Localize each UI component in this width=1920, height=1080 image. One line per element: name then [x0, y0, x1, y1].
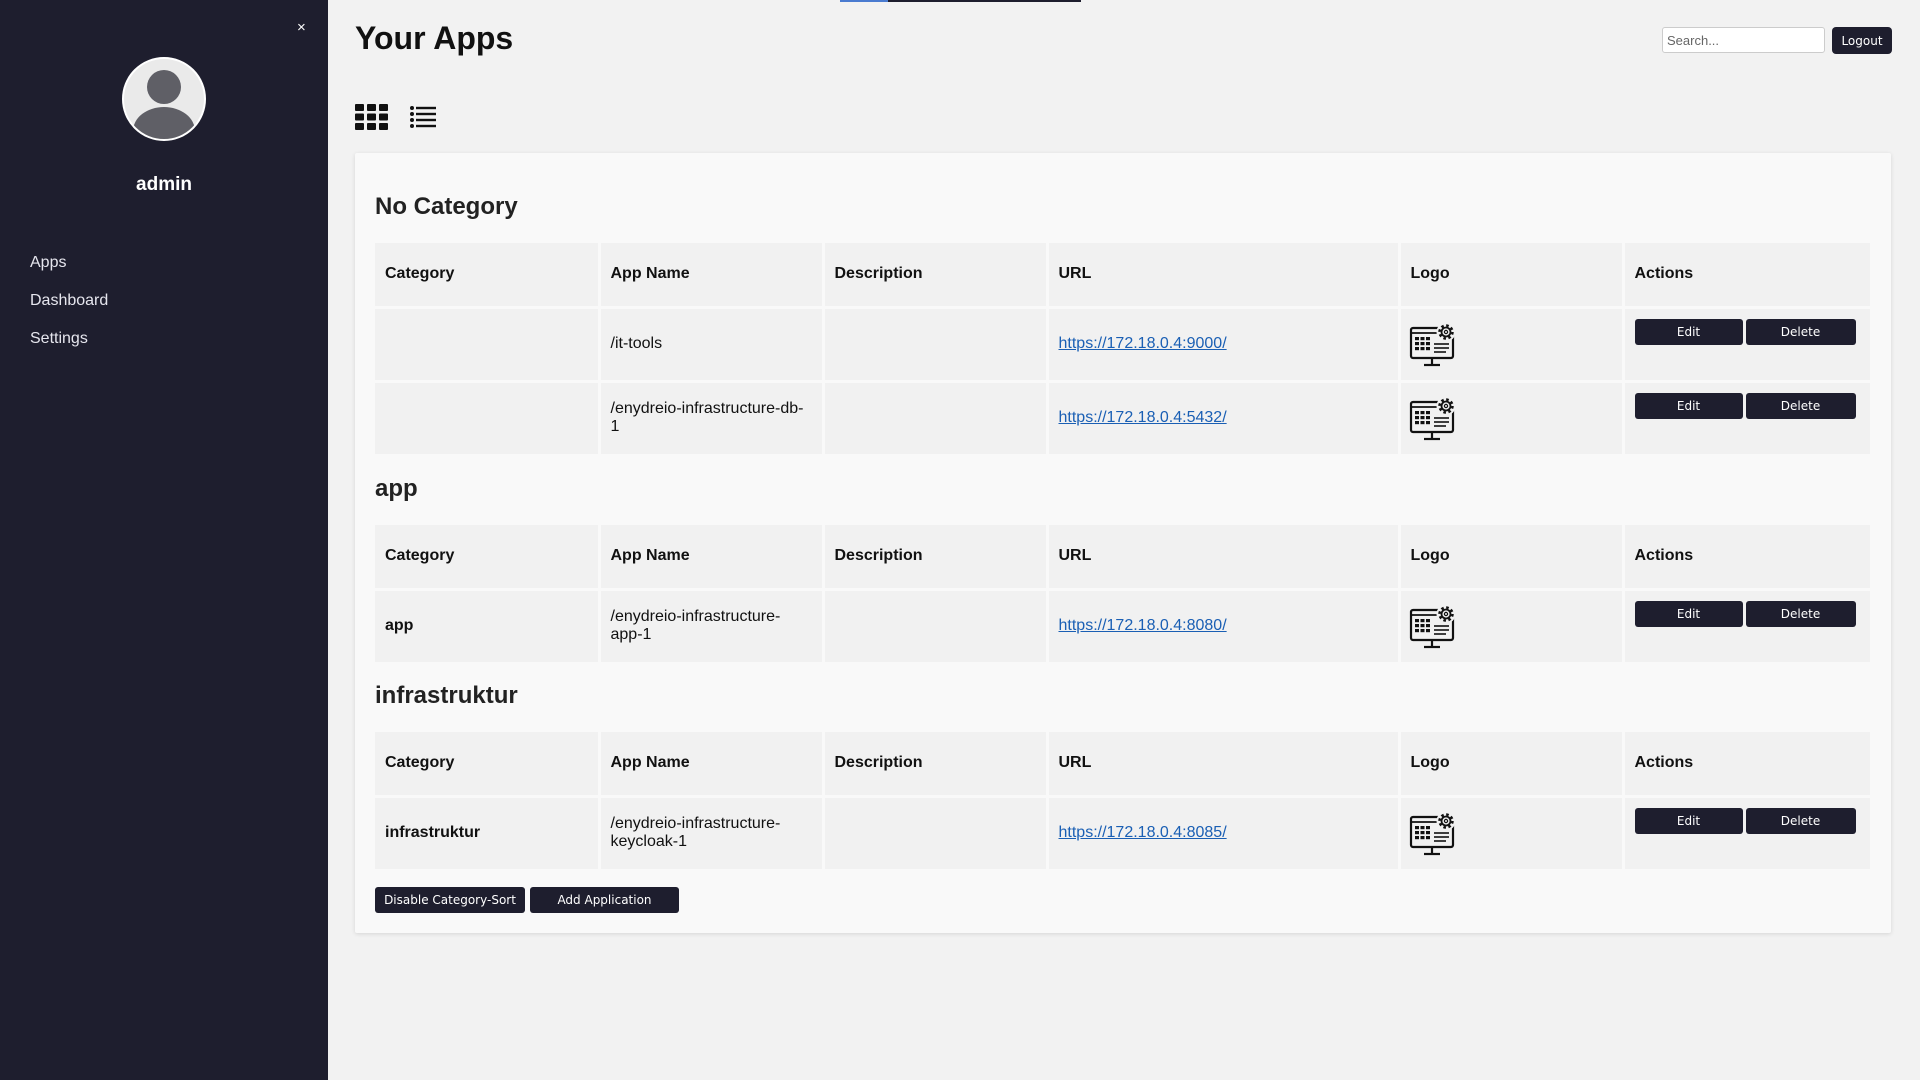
add-application-button[interactable]: Add Application — [530, 887, 679, 913]
disable-category-sort-button[interactable]: Disable Category-Sort — [375, 887, 525, 913]
row-actions-cell: Edit Delete — [1623, 796, 1873, 872]
app-url-link[interactable]: https://172.18.0.4:5432/ — [1059, 409, 1227, 426]
column-header-logo: Logo — [1399, 525, 1625, 591]
column-header-logo: Logo — [1399, 243, 1625, 309]
app-url-link[interactable]: https://172.18.0.4:9000/ — [1059, 335, 1227, 352]
table-row: infrastruktur /enydreio-infrastructure-k… — [375, 796, 1873, 872]
loading-bar-track — [888, 0, 1081, 2]
row-url-cell: https://172.18.0.4:8080/ — [1047, 589, 1401, 665]
logout-button[interactable]: Logout — [1832, 27, 1892, 54]
edit-button[interactable]: Edit — [1634, 319, 1743, 345]
row-logo-cell — [1399, 307, 1625, 383]
row-category — [375, 381, 601, 457]
column-header-app-name: App Name — [599, 732, 825, 798]
app-logo-monitor-gear-icon — [1409, 396, 1455, 441]
app-url-link[interactable]: https://172.18.0.4:8080/ — [1059, 617, 1227, 634]
column-header-app-name: App Name — [599, 243, 825, 309]
table-header-row: Category App Name Description URL Logo A… — [375, 243, 1873, 309]
edit-button[interactable]: Edit — [1634, 808, 1743, 834]
column-header-actions: Actions — [1623, 525, 1873, 591]
loading-bar-progress — [840, 0, 888, 2]
app-url-link[interactable]: https://172.18.0.4:8085/ — [1059, 824, 1227, 841]
column-header-description: Description — [823, 243, 1049, 309]
column-header-actions: Actions — [1623, 732, 1873, 798]
category-heading: app — [375, 475, 418, 502]
close-sidebar-icon[interactable]: × — [297, 20, 306, 35]
row-description — [823, 381, 1049, 457]
row-app-name: /it-tools — [599, 307, 825, 383]
sidebar-item-apps[interactable]: Apps — [30, 252, 108, 290]
sidebar-item-dashboard[interactable]: Dashboard — [30, 290, 108, 328]
user-avatar-icon — [122, 57, 206, 141]
table-row: /enydreio-infrastructure-db-1 https://17… — [375, 381, 1873, 457]
row-actions-cell: Edit Delete — [1623, 307, 1873, 383]
search-input[interactable] — [1662, 27, 1825, 53]
row-description — [823, 307, 1049, 383]
delete-button[interactable]: Delete — [1745, 319, 1856, 345]
app-logo-monitor-gear-icon — [1409, 811, 1455, 856]
delete-button[interactable]: Delete — [1745, 808, 1856, 834]
sidebar-item-settings[interactable]: Settings — [30, 328, 108, 366]
row-description — [823, 589, 1049, 665]
column-header-logo: Logo — [1399, 732, 1625, 798]
row-actions-cell: Edit Delete — [1623, 589, 1873, 665]
column-header-url: URL — [1047, 525, 1401, 591]
row-app-name: /enydreio-infrastructure-keycloak-1 — [599, 796, 825, 872]
column-header-url: URL — [1047, 243, 1401, 309]
column-header-url: URL — [1047, 732, 1401, 798]
column-header-description: Description — [823, 525, 1049, 591]
apps-table: Category App Name Description URL Logo A… — [375, 525, 1873, 665]
column-header-app-name: App Name — [599, 525, 825, 591]
delete-button[interactable]: Delete — [1745, 601, 1856, 627]
row-app-name: /enydreio-infrastructure-db-1 — [599, 381, 825, 457]
column-header-category: Category — [375, 243, 601, 309]
delete-button[interactable]: Delete — [1745, 393, 1856, 419]
row-category — [375, 307, 601, 383]
row-description — [823, 796, 1049, 872]
column-header-category: Category — [375, 732, 601, 798]
row-app-name: /enydreio-infrastructure-app-1 — [599, 589, 825, 665]
username: admin — [136, 174, 192, 195]
category-heading: infrastruktur — [375, 682, 518, 709]
row-url-cell: https://172.18.0.4:5432/ — [1047, 381, 1401, 457]
apps-table: Category App Name Description URL Logo A… — [375, 243, 1873, 457]
row-logo-cell — [1399, 589, 1625, 665]
row-category: infrastruktur — [375, 796, 601, 872]
column-header-category: Category — [375, 525, 601, 591]
apps-table: Category App Name Description URL Logo A… — [375, 732, 1873, 872]
row-url-cell: https://172.18.0.4:8085/ — [1047, 796, 1401, 872]
row-category: app — [375, 589, 601, 665]
table-row: /it-tools https://172.18.0.4:9000/ Edit D… — [375, 307, 1873, 383]
row-logo-cell — [1399, 796, 1625, 872]
row-logo-cell — [1399, 381, 1625, 457]
edit-button[interactable]: Edit — [1634, 601, 1743, 627]
row-url-cell: https://172.18.0.4:9000/ — [1047, 307, 1401, 383]
page-title: Your Apps — [355, 20, 514, 56]
row-actions-cell: Edit Delete — [1623, 381, 1873, 457]
app-logo-monitor-gear-icon — [1409, 604, 1455, 649]
column-header-actions: Actions — [1623, 243, 1873, 309]
column-header-description: Description — [823, 732, 1049, 798]
table-header-row: Category App Name Description URL Logo A… — [375, 525, 1873, 591]
edit-button[interactable]: Edit — [1634, 393, 1743, 419]
category-heading: No Category — [375, 193, 518, 220]
app-logo-monitor-gear-icon — [1409, 322, 1455, 367]
table-header-row: Category App Name Description URL Logo A… — [375, 732, 1873, 798]
table-row: app /enydreio-infrastructure-app-1 https… — [375, 589, 1873, 665]
list-view-icon[interactable] — [410, 106, 436, 128]
grid-view-icon[interactable] — [355, 104, 388, 130]
sidebar: × admin Apps Dashboard Settings — [0, 0, 328, 1080]
sidebar-nav: Apps Dashboard Settings — [30, 252, 108, 366]
